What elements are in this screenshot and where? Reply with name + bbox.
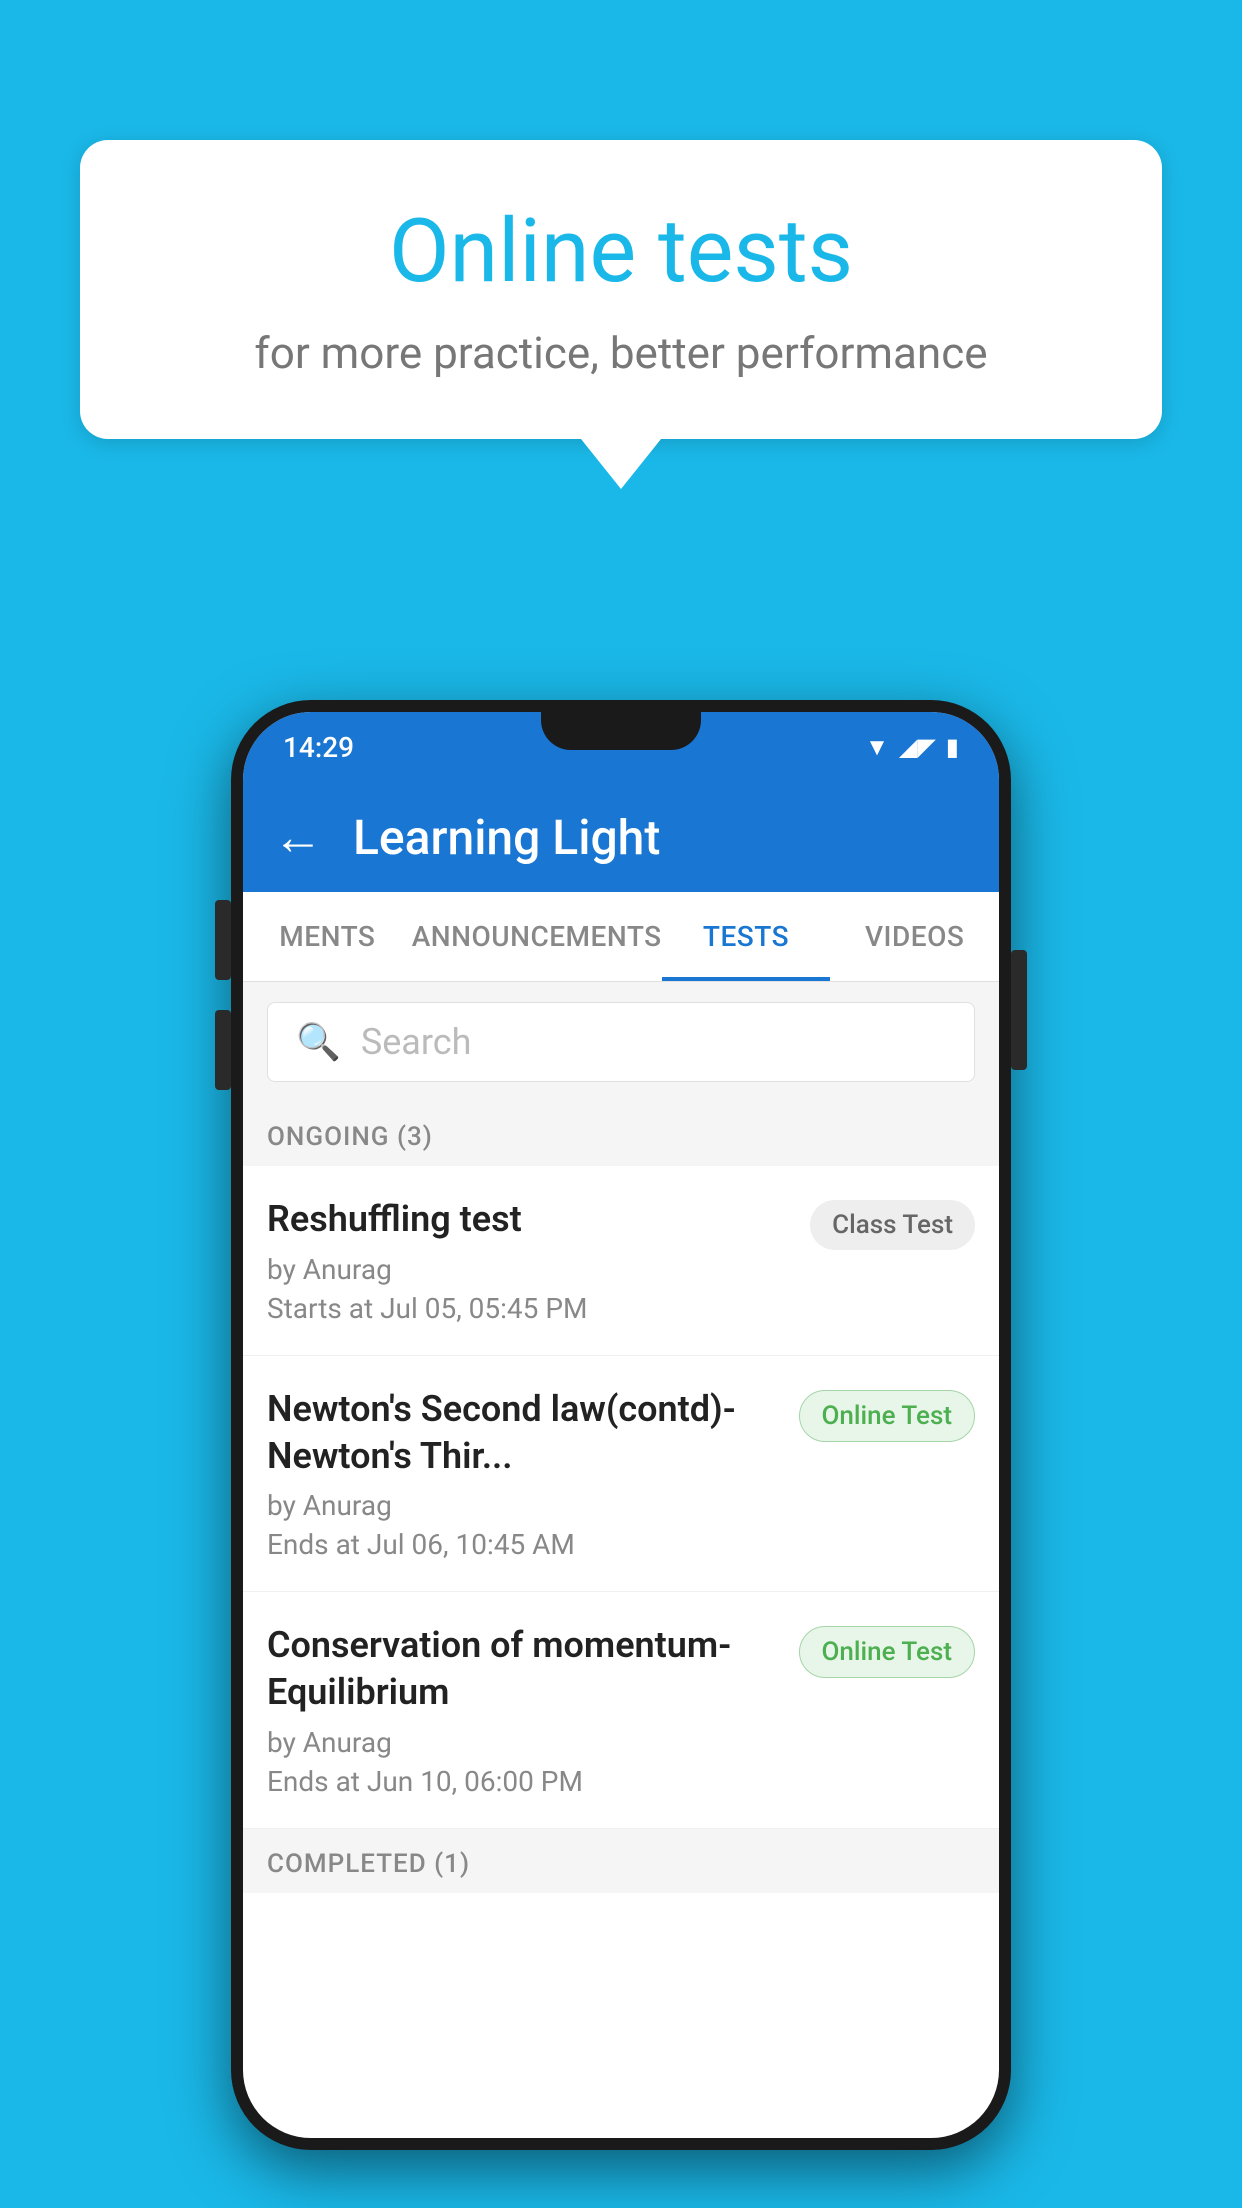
signal-icon: ◢◤	[899, 733, 936, 761]
test-author-3: by Anurag	[267, 1726, 779, 1759]
bubble-title: Online tests	[160, 200, 1082, 303]
test-name-2: Newton's Second law(contd)-Newton's Thir…	[267, 1386, 779, 1480]
tabs-container: MENTS ANNOUNCEMENTS TESTS VIDEOS	[243, 892, 999, 982]
search-bar[interactable]: 🔍 Search	[267, 1002, 975, 1082]
volume-down-button[interactable]	[215, 1010, 231, 1090]
test-item-conservation[interactable]: Conservation of momentum-Equilibrium by …	[243, 1592, 999, 1829]
app-title: Learning Light	[353, 809, 660, 866]
tab-ments[interactable]: MENTS	[243, 892, 412, 981]
speech-bubble-section: Online tests for more practice, better p…	[80, 140, 1162, 489]
battery-icon: ▮	[946, 733, 959, 761]
test-badge-2: Online Test	[799, 1390, 976, 1442]
back-button[interactable]: ←	[273, 808, 323, 867]
search-placeholder: Search	[361, 1021, 472, 1063]
test-badge-1: Class Test	[810, 1200, 975, 1250]
test-time-3: Ends at Jun 10, 06:00 PM	[267, 1765, 779, 1798]
test-time-2: Ends at Jul 06, 10:45 AM	[267, 1528, 779, 1561]
test-info-3: Conservation of momentum-Equilibrium by …	[267, 1622, 799, 1798]
bubble-arrow	[581, 439, 661, 489]
ongoing-label: ONGOING (3)	[267, 1122, 433, 1152]
tab-announcements[interactable]: ANNOUNCEMENTS	[412, 892, 662, 981]
volume-up-button[interactable]	[215, 900, 231, 980]
test-author-2: by Anurag	[267, 1489, 779, 1522]
app-header: ← Learning Light	[243, 782, 999, 892]
power-button[interactable]	[1011, 950, 1027, 1070]
status-icons: ▼ ◢◤ ▮	[865, 733, 959, 762]
phone-container: 14:29 ▼ ◢◤ ▮ ← Learning Light MENTS ANNO…	[231, 700, 1011, 2150]
search-icon: 🔍	[296, 1021, 341, 1063]
tab-tests[interactable]: TESTS	[662, 892, 831, 981]
status-time: 14:29	[283, 731, 354, 764]
test-name-3: Conservation of momentum-Equilibrium	[267, 1622, 779, 1716]
phone-frame: 14:29 ▼ ◢◤ ▮ ← Learning Light MENTS ANNO…	[231, 700, 1011, 2150]
test-list: Reshuffling test by Anurag Starts at Jul…	[243, 1166, 999, 1829]
completed-section: COMPLETED (1)	[243, 1829, 999, 1893]
phone-notch	[541, 700, 701, 750]
tab-videos[interactable]: VIDEOS	[830, 892, 999, 981]
test-time-1: Starts at Jul 05, 05:45 PM	[267, 1292, 790, 1325]
speech-bubble: Online tests for more practice, better p…	[80, 140, 1162, 439]
test-item-reshuffling[interactable]: Reshuffling test by Anurag Starts at Jul…	[243, 1166, 999, 1356]
wifi-icon: ▼	[865, 733, 889, 762]
test-author-1: by Anurag	[267, 1253, 790, 1286]
search-container: 🔍 Search	[243, 982, 999, 1102]
ongoing-section-header: ONGOING (3)	[243, 1102, 999, 1166]
test-info-2: Newton's Second law(contd)-Newton's Thir…	[267, 1386, 799, 1562]
test-badge-3: Online Test	[799, 1626, 976, 1678]
bubble-subtitle: for more practice, better performance	[160, 327, 1082, 379]
phone-screen: 14:29 ▼ ◢◤ ▮ ← Learning Light MENTS ANNO…	[243, 712, 999, 2138]
completed-label: COMPLETED (1)	[267, 1849, 470, 1879]
test-info-1: Reshuffling test by Anurag Starts at Jul…	[267, 1196, 810, 1325]
test-name-1: Reshuffling test	[267, 1196, 790, 1243]
test-item-newton[interactable]: Newton's Second law(contd)-Newton's Thir…	[243, 1356, 999, 1593]
